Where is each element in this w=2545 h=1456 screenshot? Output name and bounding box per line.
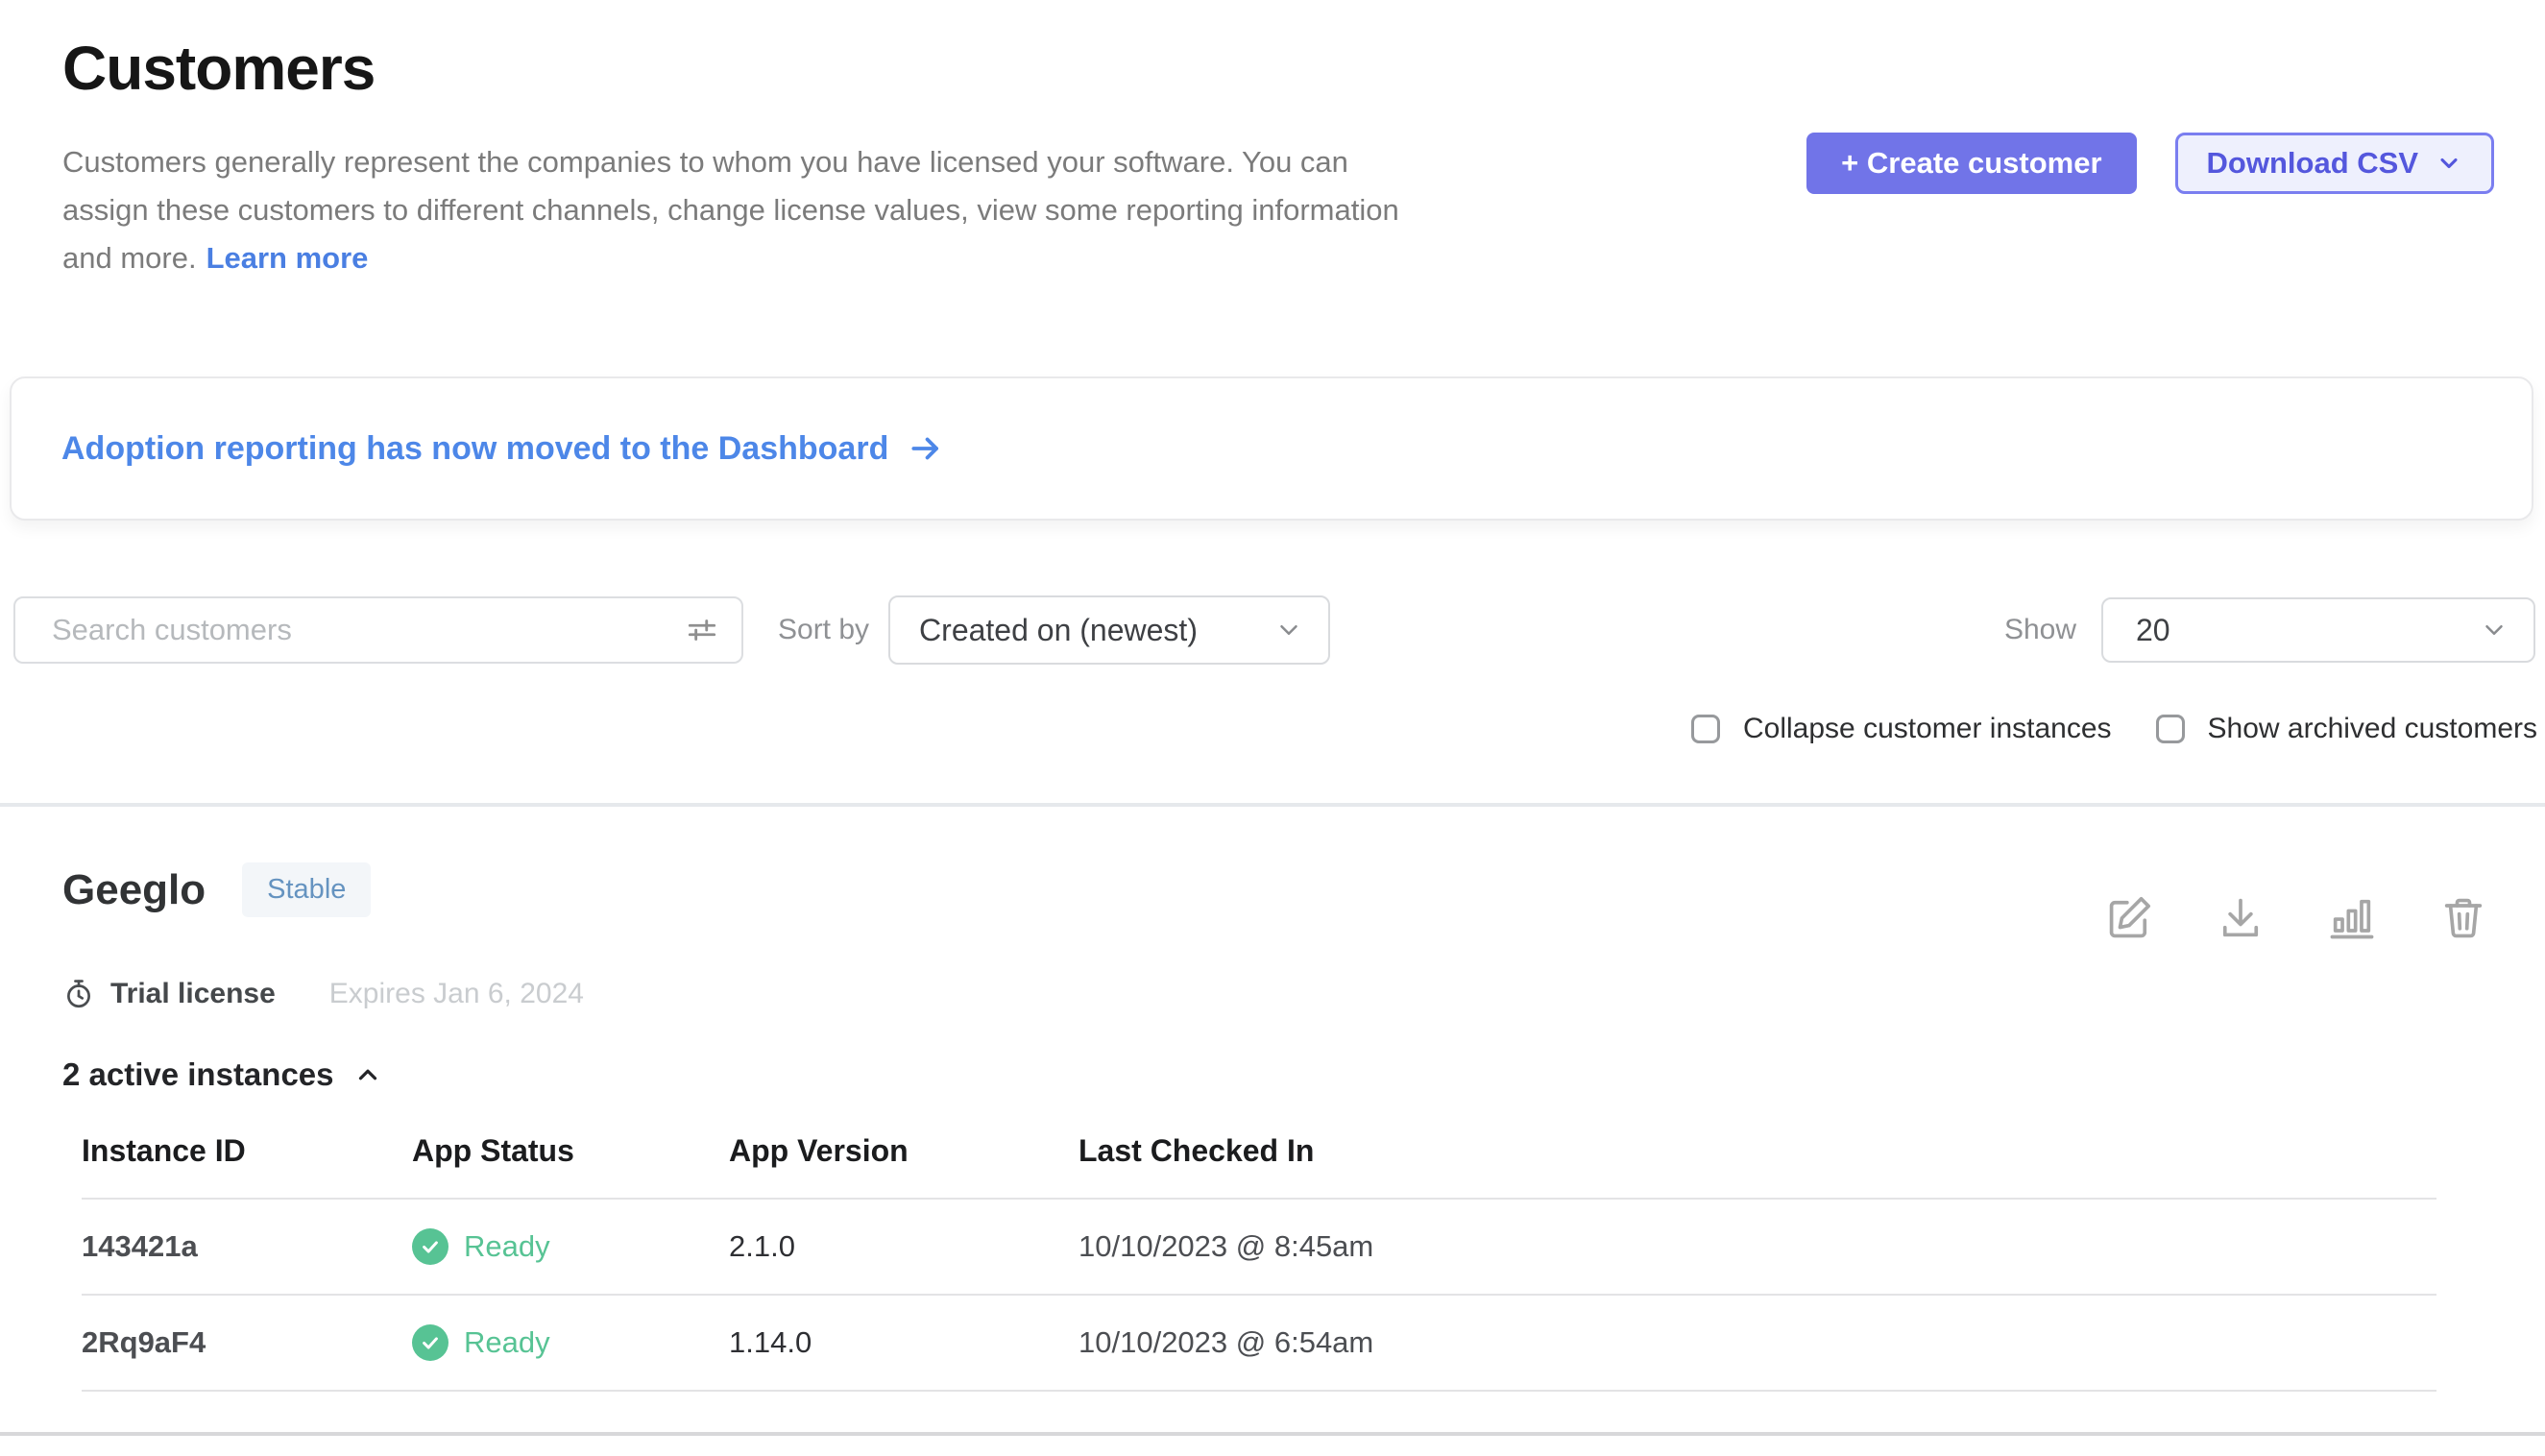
edit-customer-button[interactable] [2104, 893, 2154, 943]
filter-sliders-icon[interactable] [684, 612, 720, 648]
instances-toggle[interactable]: 2 active instances [62, 1056, 382, 1093]
checkbox-row: Collapse customer instances Show archive… [1691, 713, 2537, 745]
filter-row: Sort by Created on (newest) Show 20 [13, 595, 2535, 665]
customer-reporting-button[interactable] [2327, 893, 2377, 943]
download-csv-button[interactable]: Download CSV [2175, 133, 2494, 194]
download-icon [2216, 893, 2266, 943]
create-customer-button[interactable]: + Create customer [1806, 133, 2136, 194]
column-header: App Version [729, 1133, 1079, 1169]
show-archived-checkbox[interactable]: Show archived customers [2156, 713, 2537, 745]
timer-icon [62, 978, 95, 1010]
instances-table-header: Instance ID App Status App Version Last … [82, 1133, 2436, 1200]
adoption-banner-text: Adoption reporting has now moved to the … [61, 430, 888, 468]
delete-customer-button[interactable] [2438, 893, 2488, 943]
show-dropdown-value: 20 [2136, 613, 2170, 648]
chevron-down-icon [2436, 150, 2462, 177]
last-checked-in: 10/10/2023 @ 6:54am [1079, 1325, 2436, 1360]
show-archived-checkbox-input[interactable] [2156, 715, 2185, 743]
customer-name-wrap: Geeglo Stable [62, 862, 371, 917]
learn-more-link[interactable]: Learn more [206, 241, 369, 275]
page-header: Customers Customers generally represent … [62, 33, 1695, 282]
download-customer-button[interactable] [2216, 893, 2266, 943]
app-status-label: Ready [464, 1325, 550, 1360]
column-header: Instance ID [82, 1133, 412, 1169]
channel-badge: Stable [242, 862, 371, 917]
bar-chart-icon [2327, 893, 2377, 943]
description-text: and more. [62, 241, 197, 275]
search-input[interactable] [13, 596, 743, 664]
header-actions: + Create customer Download CSV [1806, 133, 2494, 194]
table-row: 143421a Ready 2.1.0 10/10/2023 @ 8:45am [82, 1200, 2436, 1296]
app-status: Ready [412, 1324, 729, 1361]
section-divider [0, 803, 2545, 807]
sort-dropdown[interactable]: Created on (newest) [888, 595, 1330, 665]
sort-dropdown-value: Created on (newest) [919, 613, 1198, 648]
adoption-banner: Adoption reporting has now moved to the … [10, 376, 2533, 521]
trash-icon [2438, 893, 2488, 943]
collapse-instances-label: Collapse customer instances [1743, 713, 2112, 745]
description-line: Customers generally represent the compan… [62, 138, 1695, 186]
customer-card: Geeglo Stable Trial license [62, 862, 2490, 1392]
show-archived-label: Show archived customers [2208, 713, 2537, 745]
show-dropdown[interactable]: 20 [2101, 597, 2535, 663]
check-circle-icon [412, 1228, 448, 1265]
last-checked-in: 10/10/2023 @ 8:45am [1079, 1229, 2436, 1264]
collapse-instances-checkbox[interactable]: Collapse customer instances [1691, 713, 2112, 745]
app-status-label: Ready [464, 1229, 550, 1264]
customers-page: Customers Customers generally represent … [0, 0, 2545, 1456]
instance-id: 143421a [82, 1229, 412, 1264]
page-description: Customers generally represent the compan… [62, 138, 1695, 282]
bottom-divider [0, 1432, 2545, 1436]
collapse-instances-checkbox-input[interactable] [1691, 715, 1720, 743]
app-status: Ready [412, 1228, 729, 1265]
description-line: and more. Learn more [62, 234, 1695, 282]
license-expiry: Expires Jan 6, 2024 [329, 978, 584, 1010]
arrow-right-icon [908, 430, 944, 467]
page-title: Customers [62, 33, 1695, 104]
table-row: 2Rq9aF4 Ready 1.14.0 10/10/2023 @ 6:54am [82, 1296, 2436, 1392]
download-csv-label: Download CSV [2207, 146, 2418, 181]
customer-card-header: Geeglo Stable [62, 862, 2490, 943]
chevron-down-icon [1274, 616, 1303, 644]
app-version: 1.14.0 [729, 1325, 1079, 1360]
instance-id: 2Rq9aF4 [82, 1325, 412, 1360]
adoption-banner-link[interactable]: Adoption reporting has now moved to the … [61, 430, 944, 468]
description-line: assign these customers to different chan… [62, 186, 1695, 234]
edit-icon [2104, 893, 2154, 943]
chevron-up-icon [353, 1060, 382, 1089]
customer-actions [2104, 893, 2488, 943]
instances-toggle-label: 2 active instances [62, 1056, 334, 1093]
sort-by-label: Sort by [778, 614, 869, 646]
app-version: 2.1.0 [729, 1229, 1079, 1264]
license-type: Trial license [110, 978, 276, 1010]
column-header: App Status [412, 1133, 729, 1169]
instances-table: Instance ID App Status App Version Last … [82, 1133, 2436, 1392]
column-header: Last Checked In [1079, 1133, 2436, 1169]
license-row: Trial license Expires Jan 6, 2024 [62, 978, 2490, 1010]
customer-name: Geeglo [62, 866, 206, 914]
show-label: Show [2004, 614, 2076, 646]
chevron-down-icon [2480, 616, 2509, 644]
check-circle-icon [412, 1324, 448, 1361]
search-customers [13, 596, 743, 664]
